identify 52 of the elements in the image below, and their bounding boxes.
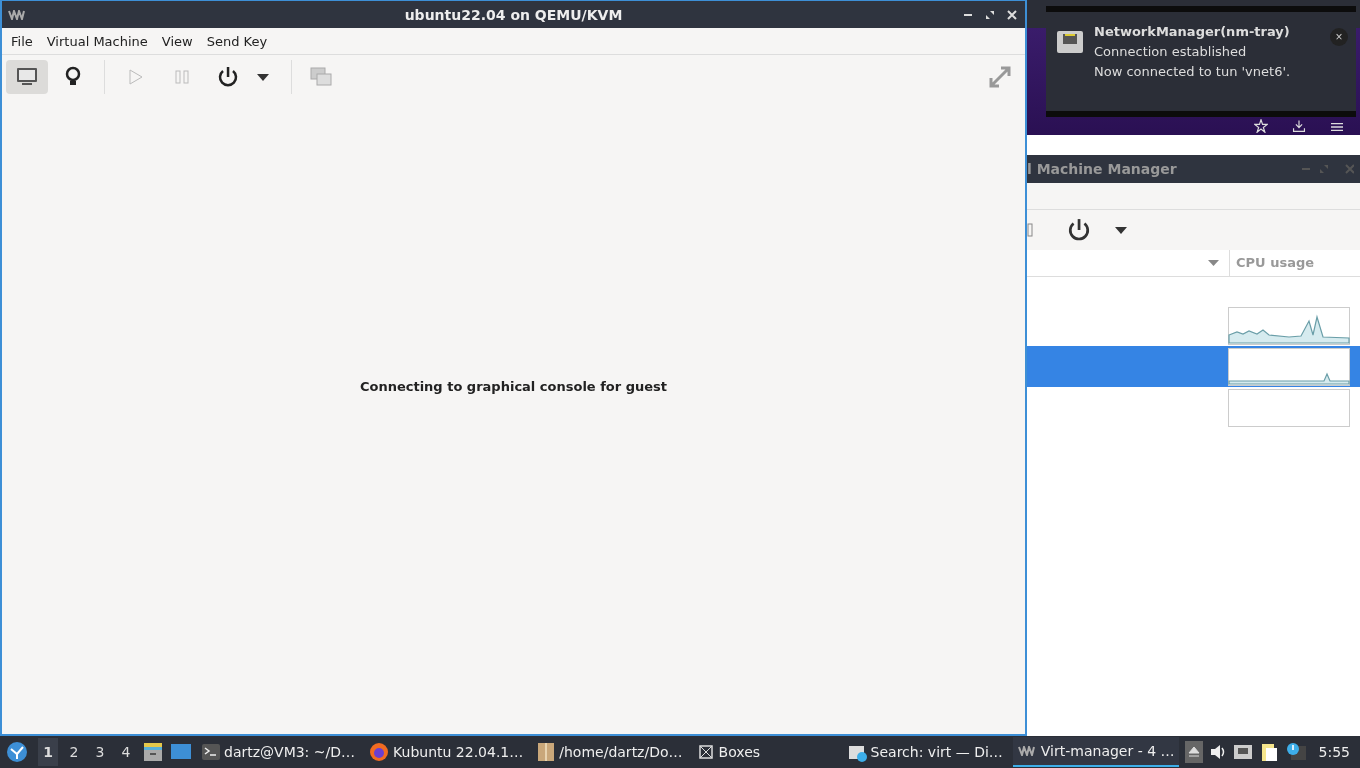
monitor-icon (16, 67, 38, 87)
task-button[interactable]: Virt-manager - 4 … (1012, 737, 1179, 767)
network-icon (1056, 30, 1084, 54)
sort-caret-icon[interactable] (1208, 260, 1219, 266)
caret-icon[interactable] (1115, 226, 1127, 234)
caret-icon[interactable] (257, 73, 269, 81)
star-icon[interactable] (1254, 119, 1268, 133)
start-menu-icon[interactable] (6, 741, 28, 763)
browser-icon (369, 742, 390, 762)
desktop-icon[interactable] (170, 742, 192, 762)
task-button[interactable]: Boxes (692, 737, 765, 767)
workspace-button[interactable]: 3 (90, 738, 110, 766)
status-message: Connecting to graphical console for guest (359, 379, 668, 394)
task-button[interactable]: /home/dartz/Do… (533, 737, 687, 767)
notification-icon[interactable] (1284, 742, 1307, 762)
vm-row[interactable] (1027, 346, 1360, 387)
volume-icon[interactable] (1208, 743, 1227, 761)
download-icon[interactable] (1292, 119, 1306, 133)
notification-app: NetworkManager(nm-tray) (1094, 24, 1291, 39)
menu-item[interactable]: Virtual Machine (39, 33, 155, 49)
task-button[interactable]: Search: virt — Di… (842, 737, 1007, 767)
window-title: l Machine Manager (1027, 161, 1177, 177)
app-icon (8, 9, 26, 20)
lightbulb-icon (65, 66, 81, 88)
power-icon (217, 66, 239, 88)
menu-item[interactable]: View (154, 33, 200, 49)
boxes-icon (696, 743, 715, 761)
console-button[interactable] (6, 60, 48, 94)
menu-item[interactable]: File (4, 33, 40, 49)
workspace-button[interactable]: 4 (116, 738, 136, 766)
file-cabinet-icon[interactable] (142, 742, 164, 762)
workspace-button[interactable]: 2 (64, 738, 84, 766)
close-button[interactable]: × (1330, 28, 1348, 46)
power-icon[interactable] (1067, 218, 1091, 242)
pause-icon (175, 70, 189, 84)
restore-icon[interactable] (985, 9, 995, 20)
task-button[interactable]: dartz@VM3: ~/D… (198, 737, 360, 767)
app-icon (1016, 746, 1037, 756)
terminal-icon (202, 744, 220, 760)
close-icon[interactable] (1007, 9, 1017, 20)
menu-item[interactable]: Send Key (199, 33, 275, 49)
menu-icon[interactable] (1330, 121, 1344, 133)
notification-body: Now connected to tun 'vnet6'. (1094, 64, 1292, 79)
clock[interactable]: 5:55 (1318, 744, 1350, 760)
package-icon (537, 742, 556, 762)
network-icon[interactable] (1232, 743, 1253, 761)
task-button[interactable]: Kubuntu 22.04.1… (365, 737, 528, 767)
window-title: ubuntu22.04 on QEMU/KVM (403, 6, 624, 23)
fullscreen-icon[interactable] (987, 64, 1013, 90)
workspace-button[interactable]: 1 (38, 738, 58, 766)
play-icon (128, 68, 144, 86)
notification-summary: Connection established (1094, 44, 1248, 59)
